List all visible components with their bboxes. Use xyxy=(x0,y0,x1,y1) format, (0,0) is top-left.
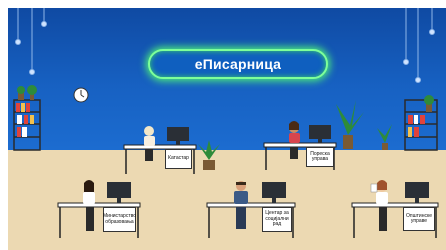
desk-sign-label: Катастар xyxy=(168,155,189,162)
plant-small-right xyxy=(377,124,392,150)
office-graphics xyxy=(13,8,439,238)
desk-sign-label: Министарство образовања xyxy=(103,213,136,225)
desk-sign-ministry-education: Министарство образовања xyxy=(103,207,136,232)
plant-right xyxy=(336,100,364,149)
desk-sign-tax-office: Пореска управа xyxy=(306,147,334,167)
left-bookshelf xyxy=(13,85,41,151)
desk-sign-cadastre: Катастар xyxy=(165,149,192,169)
office-illustration: еПисарница Катастар Пореска управа Минис… xyxy=(0,0,446,250)
title-sign: еПисарница xyxy=(148,49,328,79)
plant-center xyxy=(198,140,220,170)
page-title: еПисарница xyxy=(194,56,282,72)
desk-sign-label: Центар за социјални рад xyxy=(265,210,289,228)
desk-sign-label: Општинске управе xyxy=(406,212,432,224)
wall-clock xyxy=(73,87,89,103)
desk-sign-social-work-center: Центар за социјални рад xyxy=(262,207,292,232)
desk-sign-municipal-administration: Општинске управе xyxy=(403,207,435,231)
desk-sign-label: Пореска управа xyxy=(310,150,330,162)
right-bookshelf xyxy=(404,95,438,151)
